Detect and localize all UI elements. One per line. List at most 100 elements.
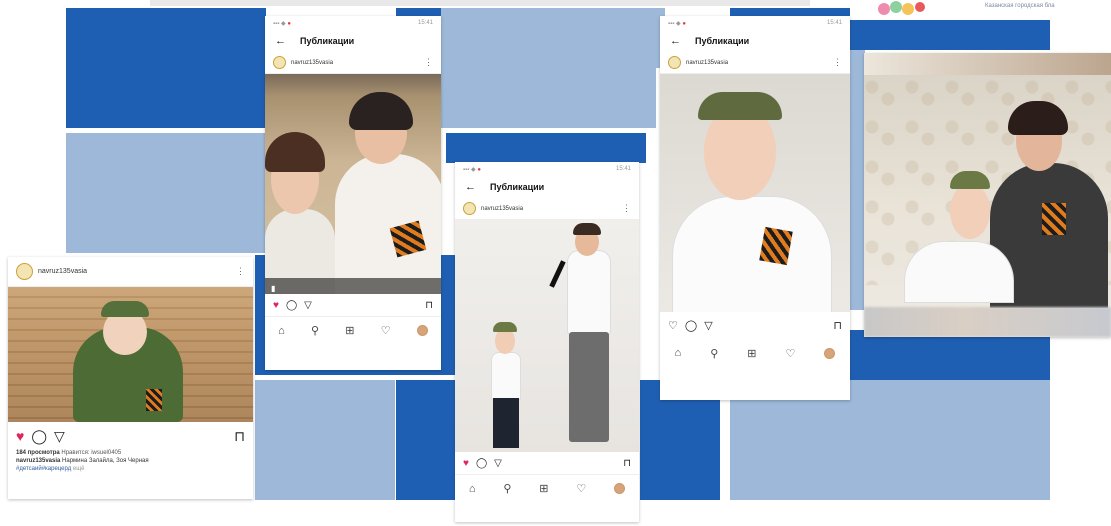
instagram-post-card: navruz135vasia ⋮ ♥ ◯ ▽ ⊓ 184 просмотра Н… [8, 257, 253, 499]
bg-tile [850, 50, 865, 310]
send-icon[interactable]: ▽ [704, 319, 712, 332]
garrison-cap [101, 301, 149, 317]
search-icon[interactable]: ⚲ [311, 324, 319, 337]
back-arrow-icon[interactable]: ← [465, 181, 476, 193]
post-actions: ♥ ◯ ▽ ⊓ [455, 452, 639, 474]
post-actions: ♥ ◯ ▽ ⊓ [8, 422, 253, 450]
boy-trousers [493, 398, 519, 448]
home-icon[interactable]: ⌂ [469, 483, 476, 495]
avatar[interactable] [273, 56, 286, 69]
home-icon[interactable]: ⌂ [675, 347, 682, 359]
heart-outline-icon[interactable]: ♡ [668, 319, 678, 332]
post-header: navruz135vasia ⋮ [660, 52, 850, 74]
bg-tile [446, 133, 646, 163]
username[interactable]: navruz135vasia [291, 60, 333, 66]
post-photo[interactable]: ▮ [265, 74, 441, 294]
bookmark-icon[interactable]: ⊓ [425, 300, 433, 311]
post-header: navruz135vasia ⋮ [265, 52, 441, 74]
nav-title: Публикации [695, 36, 750, 46]
back-arrow-icon[interactable]: ← [275, 35, 286, 47]
activity-heart-icon[interactable]: ♡ [576, 482, 586, 495]
bottom-tab-bar: ⌂ ⚲ ⊞ ♡ [265, 316, 441, 344]
st-george-ribbon [1042, 203, 1066, 235]
nav-title: Публикации [490, 182, 545, 192]
bookmark-icon[interactable]: ⊓ [833, 319, 842, 332]
instagram-phone-screen: ▪▪▪ ◆ ● 15:41 ← Публикации navruz135vasi… [455, 162, 639, 522]
post-photo[interactable] [8, 287, 253, 422]
garrison-cap [950, 171, 990, 189]
send-icon[interactable]: ▽ [494, 458, 502, 469]
username[interactable]: navruz135vasia [481, 206, 523, 212]
more-options-icon[interactable]: ⋮ [833, 57, 842, 68]
bookmark-icon[interactable]: ⊓ [623, 458, 631, 469]
heart-filled-icon[interactable]: ♥ [463, 458, 469, 469]
activity-heart-icon[interactable]: ♡ [786, 347, 796, 360]
avatar[interactable] [668, 56, 681, 69]
man-hair [573, 223, 601, 235]
add-post-icon[interactable]: ⊞ [345, 324, 354, 337]
caption-text: Нармина Залайла, Зоя Черная [62, 458, 149, 464]
nav-bar: ← Публикации [265, 30, 441, 52]
username[interactable]: navruz135vasia [38, 268, 87, 275]
send-icon[interactable]: ▽ [304, 300, 312, 311]
status-icons: ▪▪▪ ◆ ● [273, 20, 291, 27]
username[interactable]: navruz135vasia [686, 60, 728, 66]
heart-filled-icon[interactable]: ♥ [273, 300, 279, 311]
post-header: navruz135vasia ⋮ [8, 257, 253, 287]
activity-heart-icon[interactable]: ♡ [381, 324, 391, 337]
video-bar[interactable]: ▮ [265, 278, 441, 294]
post-actions: ♡ ◯ ▽ ⊓ [660, 312, 850, 338]
post-actions: ♥ ◯ ▽ ⊓ [265, 294, 441, 316]
avatar[interactable] [463, 202, 476, 215]
boy-shirt [672, 196, 832, 312]
status-time: 15:41 [826, 20, 842, 26]
status-time: 15:41 [417, 20, 433, 26]
views-count: 184 просмотра [16, 450, 60, 456]
status-bar: ▪▪▪ ◆ ● 15:41 [265, 16, 441, 30]
instagram-phone-screen: ▪▪▪ ◆ ● 15:41 ← Публикации navruz135vasi… [265, 16, 441, 370]
more-options-icon[interactable]: ⋮ [622, 203, 631, 214]
play-icon[interactable]: ▮ [271, 284, 275, 293]
heart-filled-icon[interactable]: ♥ [16, 428, 24, 444]
comment-icon[interactable]: ◯ [286, 300, 297, 311]
search-icon[interactable]: ⚲ [710, 347, 718, 360]
post-photo[interactable] [455, 220, 639, 452]
bg-tile [255, 380, 395, 500]
comment-icon[interactable]: ◯ [476, 458, 487, 469]
video-frame[interactable] [864, 53, 1111, 337]
search-icon[interactable]: ⚲ [503, 482, 511, 495]
more-options-icon[interactable]: ⋮ [424, 57, 433, 68]
send-icon[interactable]: ▽ [54, 428, 65, 445]
bg-tile [66, 8, 266, 128]
comment-icon[interactable]: ◯ [685, 319, 697, 332]
logo [870, 0, 950, 18]
liked-by[interactable]: Нравится: iwsuel0405 [61, 450, 121, 456]
comment-icon[interactable]: ◯ [31, 428, 47, 445]
profile-avatar-icon[interactable] [824, 347, 836, 359]
caption-username[interactable]: navruz135vasia [16, 458, 60, 464]
boy-face [950, 183, 990, 239]
avatar[interactable] [16, 263, 33, 280]
boy-shirt [904, 241, 1014, 303]
status-bar: ▪▪▪ ◆ ● 15:41 [455, 162, 639, 176]
more-options-icon[interactable]: ⋮ [236, 266, 245, 277]
nav-bar: ← Публикации [660, 30, 850, 52]
home-icon[interactable]: ⌂ [278, 325, 285, 337]
profile-avatar-icon[interactable] [416, 325, 428, 336]
bg-tile [850, 20, 1050, 50]
add-post-icon[interactable]: ⊞ [747, 347, 756, 360]
garrison-cap [698, 92, 782, 120]
slide-header-bar [150, 0, 810, 6]
bookmark-icon[interactable]: ⊓ [234, 428, 245, 445]
post-photo[interactable] [660, 74, 850, 312]
more-link[interactable]: ещё [73, 466, 85, 472]
add-post-icon[interactable]: ⊞ [539, 482, 548, 495]
hashtags[interactable]: #детсаий#карецерд [16, 466, 71, 472]
top-bar [864, 53, 1111, 75]
back-arrow-icon[interactable]: ← [670, 35, 681, 47]
logo-caption: Казанская городская бла [985, 3, 1055, 9]
profile-avatar-icon[interactable] [614, 483, 626, 494]
woman-hair [349, 92, 413, 130]
status-time: 15:41 [615, 166, 631, 172]
post-header: navruz135vasia ⋮ [455, 198, 639, 220]
